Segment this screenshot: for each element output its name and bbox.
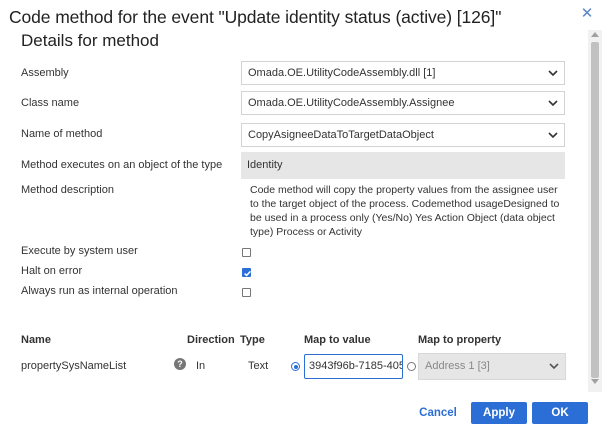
scroll-up-arrow-icon[interactable]: [591, 32, 599, 37]
col-header-direction: Direction: [187, 334, 235, 346]
chevron-down-icon: [548, 100, 558, 107]
method-name-label: Name of method: [21, 128, 103, 140]
always-internal-checkbox[interactable]: [242, 288, 251, 297]
class-name-label: Class name: [21, 97, 80, 109]
chevron-down-icon: [549, 363, 559, 370]
always-internal-label: Always run as internal operation: [21, 285, 178, 297]
map-to-value-radio[interactable]: [291, 362, 300, 371]
method-description-label: Method description: [21, 184, 114, 196]
scroll-down-arrow-icon[interactable]: [591, 379, 599, 384]
class-name-value: Omada.OE.UtilityCodeAssembly.Assignee: [248, 97, 455, 109]
assembly-value: Omada.OE.UtilityCodeAssembly.dll [1]: [248, 67, 436, 79]
section-title: Details for method: [21, 31, 159, 50]
method-name-select[interactable]: CopyAsigneeDataToTargetDataObject: [241, 123, 565, 147]
checkmark-icon: [244, 270, 251, 277]
param-name: propertySysNameList: [21, 360, 127, 372]
apply-button[interactable]: Apply: [471, 402, 527, 424]
chevron-down-icon: [548, 70, 558, 77]
map-to-property-select[interactable]: Address 1 [3]: [418, 353, 566, 380]
col-header-type: Type: [240, 334, 265, 346]
class-name-select[interactable]: Omada.OE.UtilityCodeAssembly.Assignee: [241, 91, 565, 115]
col-header-name: Name: [21, 334, 51, 346]
object-type-value: Identity: [241, 152, 565, 179]
dialog-title: Code method for the event "Update identi…: [9, 7, 502, 27]
assembly-select[interactable]: Omada.OE.UtilityCodeAssembly.dll [1]: [241, 61, 565, 85]
param-type: Text: [248, 360, 269, 372]
map-to-property-value: Address 1 [3]: [425, 360, 490, 372]
vertical-scrollbar[interactable]: [588, 30, 602, 392]
execute-by-system-user-label: Execute by system user: [21, 245, 138, 257]
assembly-label: Assembly: [21, 67, 69, 79]
param-direction: In: [196, 360, 206, 372]
scrollbar-thumb[interactable]: [591, 42, 599, 378]
close-icon[interactable]: ✕: [579, 6, 595, 22]
cancel-button[interactable]: Cancel: [412, 402, 464, 424]
object-type-label: Method executes on an object of the type: [21, 159, 223, 171]
map-to-value-input[interactable]: 3943f96b-7185-405: [304, 354, 403, 379]
halt-on-error-label: Halt on error: [21, 265, 83, 277]
method-description-text: Code method will copy the property value…: [250, 184, 560, 238]
question-circle-icon[interactable]: ?: [174, 358, 186, 370]
map-to-property-radio[interactable]: [407, 362, 416, 371]
method-name-value: CopyAsigneeDataToTargetDataObject: [248, 129, 434, 141]
ok-button[interactable]: OK: [532, 402, 588, 424]
dialog-body: Details for method Assembly Omada.OE.Uti…: [0, 30, 588, 392]
halt-on-error-checkbox[interactable]: [242, 268, 251, 277]
execute-by-system-user-checkbox[interactable]: [242, 248, 251, 257]
col-header-map-to-value: Map to value: [304, 334, 371, 346]
chevron-down-icon: [548, 132, 558, 139]
col-header-map-to-property: Map to property: [418, 334, 502, 346]
